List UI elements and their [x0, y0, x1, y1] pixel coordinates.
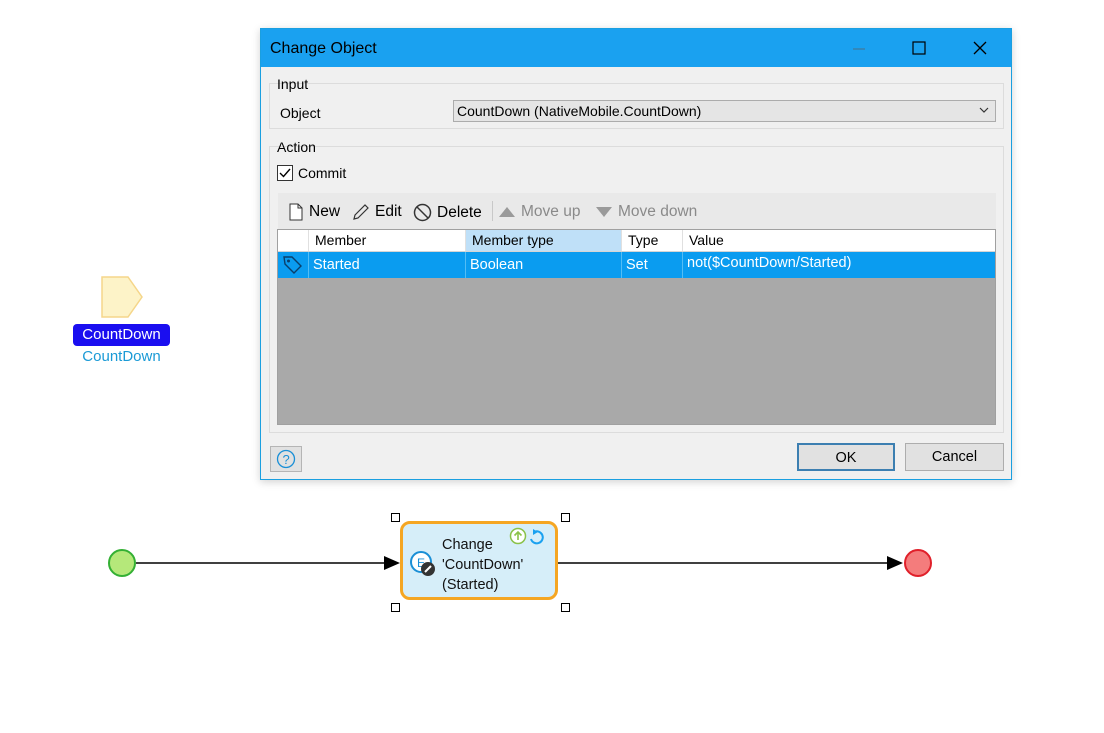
ok-button[interactable]: OK — [797, 443, 895, 471]
table-row[interactable]: Started Boolean Set not($CountDown/Start… — [278, 252, 995, 278]
selection-handle-tl[interactable] — [391, 513, 400, 522]
edit-label: Edit — [375, 203, 402, 220]
end-event — [904, 549, 932, 577]
new-label: New — [309, 203, 341, 220]
move-down-button[interactable]: Move down — [595, 203, 697, 221]
checkmark-icon — [279, 168, 291, 178]
cell-member: Started — [309, 252, 466, 278]
action-group-label: Action — [277, 139, 316, 155]
move-down-label: Move down — [618, 203, 698, 220]
arrow-head-2 — [887, 556, 903, 570]
delete-icon — [413, 203, 432, 222]
commit-checkbox[interactable] — [277, 165, 293, 181]
change-object-dialog: Change Object Input Object CountDown (Na… — [260, 28, 1012, 480]
new-document-icon — [289, 203, 303, 221]
chevron-down-icon — [979, 107, 989, 113]
column-header-member[interactable]: Member — [309, 230, 466, 251]
object-select-value: CountDown (NativeMobile.CountDown) — [457, 103, 702, 119]
grid-header: Member Member type Type Value — [278, 230, 995, 252]
parameter-type-label: CountDown — [82, 348, 161, 365]
delete-label: Delete — [437, 203, 482, 221]
triangle-down-icon — [596, 207, 612, 217]
column-header-value[interactable]: Value — [683, 230, 995, 251]
tag-icon — [283, 256, 302, 274]
input-group-label: Input — [277, 76, 309, 92]
move-up-label: Move up — [521, 203, 581, 220]
parameter-name-label[interactable]: CountDown — [73, 324, 170, 346]
new-button[interactable]: New — [288, 203, 340, 221]
help-button[interactable]: ? — [270, 446, 302, 472]
dialog-titlebar: Change Object — [261, 29, 1011, 67]
toolbar-separator — [492, 201, 493, 221]
dialog-title: Change Object — [270, 40, 377, 57]
arrow-head-1 — [384, 556, 400, 570]
object-select[interactable]: CountDown (NativeMobile.CountDown) — [453, 100, 996, 122]
svg-text:?: ? — [283, 452, 290, 467]
cell-member-type: Boolean — [466, 252, 622, 278]
cell-value: not($CountDown/Started) — [687, 255, 852, 271]
commit-refresh-icon — [509, 527, 544, 545]
members-toolbar: New Edit Delete Move up Move down — [278, 193, 996, 229]
change-object-icon: E — [410, 551, 435, 576]
column-header-member-type[interactable]: Member type — [466, 230, 622, 251]
column-header-type[interactable]: Type — [622, 230, 683, 251]
selection-handle-tr[interactable] — [561, 513, 570, 522]
commit-label[interactable]: Commit — [298, 165, 346, 181]
header-row-indicator — [278, 230, 309, 251]
members-grid[interactable]: Member Member type Type Value Started Bo… — [277, 229, 996, 425]
change-object-activity[interactable]: E Change 'CountDown' (Started) — [400, 521, 558, 600]
row-indicator — [278, 252, 309, 278]
help-icon: ? — [276, 449, 296, 469]
delete-button[interactable]: Delete — [413, 203, 482, 222]
object-label: Object — [280, 105, 321, 121]
pencil-icon — [353, 204, 369, 220]
close-icon[interactable] — [960, 35, 1000, 61]
selection-handle-br[interactable] — [561, 603, 570, 612]
cell-type: Set — [622, 252, 683, 278]
cancel-button[interactable]: Cancel — [905, 443, 1004, 471]
triangle-up-icon — [499, 207, 515, 217]
move-up-button[interactable]: Move up — [498, 203, 580, 221]
start-event — [108, 549, 136, 577]
parameter-icon[interactable] — [100, 276, 144, 318]
edit-button[interactable]: Edit — [352, 203, 402, 221]
selection-handle-bl[interactable] — [391, 603, 400, 612]
minimize-icon[interactable] — [839, 35, 879, 61]
maximize-icon[interactable] — [899, 35, 939, 61]
